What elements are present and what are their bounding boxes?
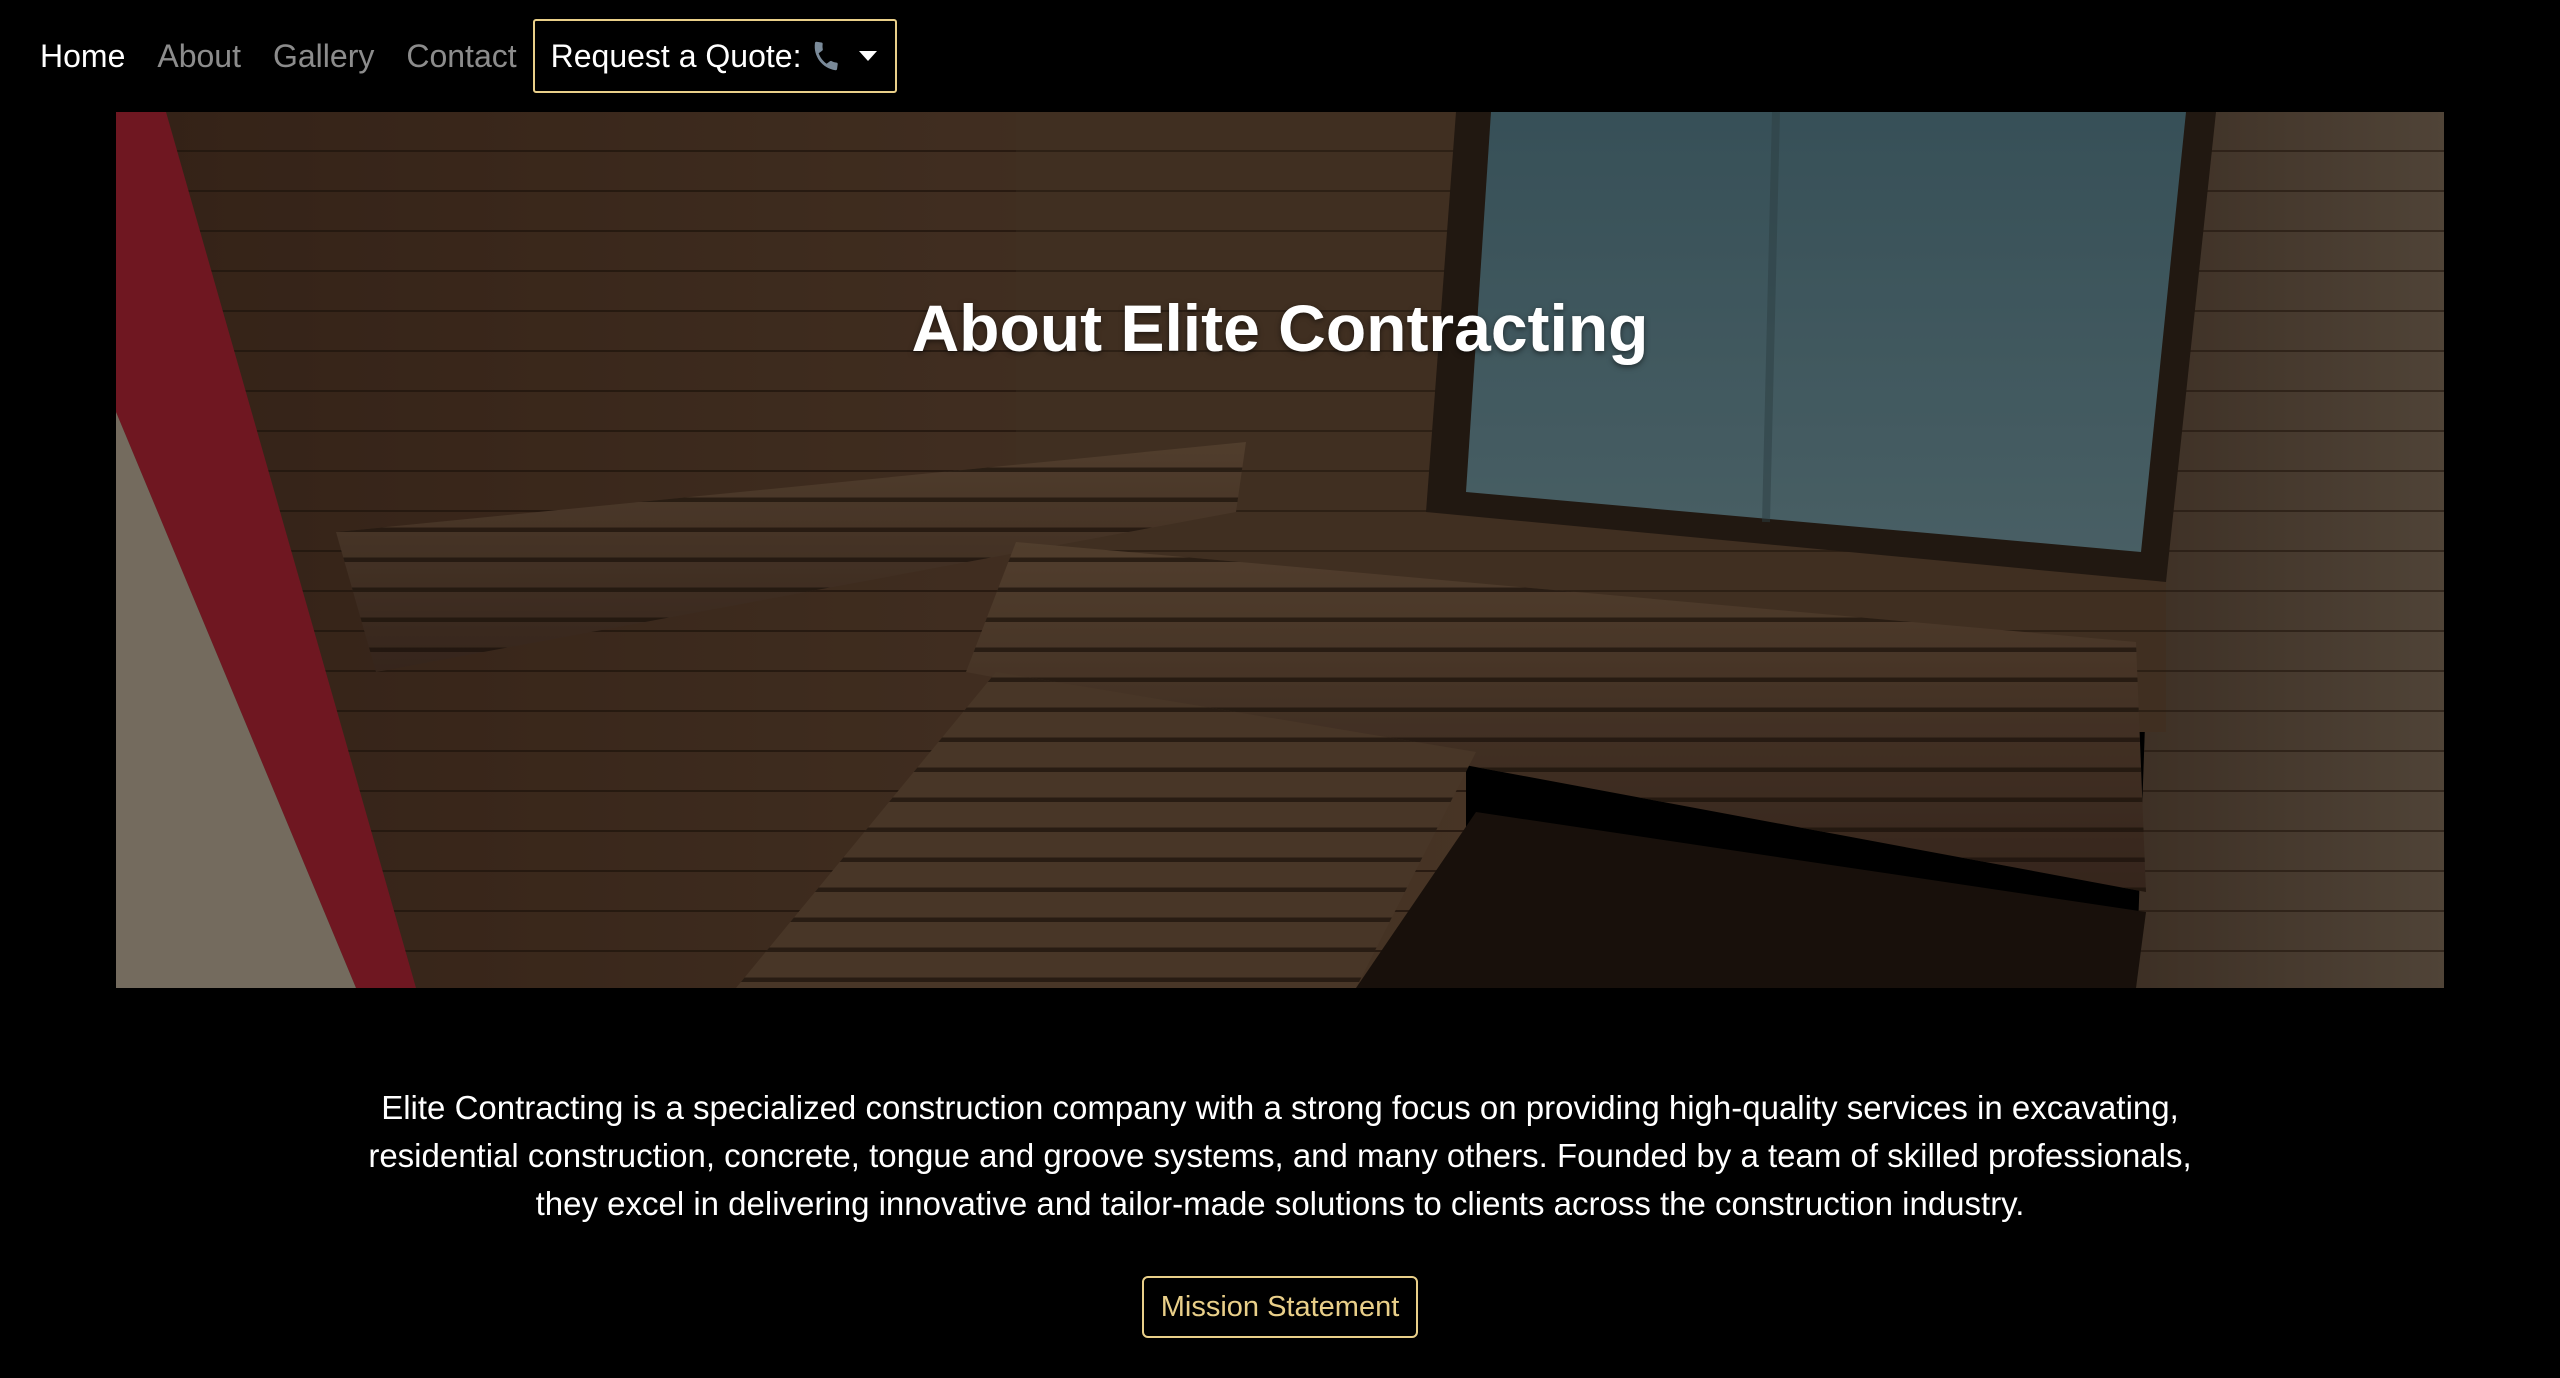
nav-link-contact[interactable]: Contact	[406, 40, 516, 72]
caret-down-icon	[859, 51, 878, 61]
mission-statement-button[interactable]: Mission Statement	[1142, 1276, 1418, 1338]
hero-dark-overlay	[116, 112, 2444, 988]
nav-link-gallery[interactable]: Gallery	[273, 40, 374, 72]
nav-link-home[interactable]: Home	[40, 40, 125, 72]
about-paragraph: Elite Contracting is a specialized const…	[368, 1089, 2192, 1222]
request-quote-label: Request a Quote:	[550, 37, 802, 74]
phone-icon	[809, 39, 843, 73]
navbar: Home About Gallery Contact Request a Quo…	[0, 0, 2560, 112]
hero-banner: About Elite Contracting	[116, 112, 2444, 988]
request-quote-dropdown[interactable]: Request a Quote:	[532, 19, 898, 93]
hero-title: About Elite Contracting	[911, 291, 1649, 365]
nav-link-about[interactable]: About	[157, 40, 241, 72]
